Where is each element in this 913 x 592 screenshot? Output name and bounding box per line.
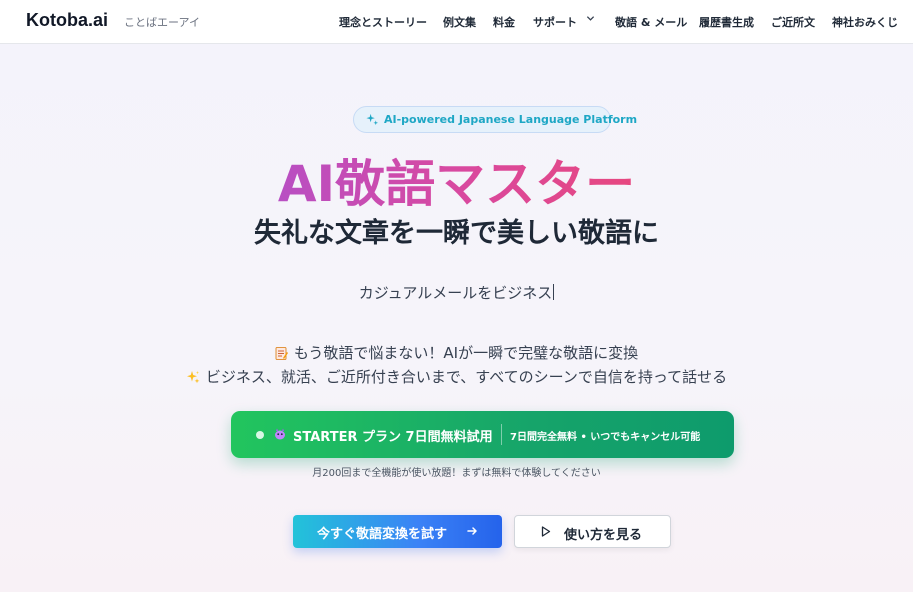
platform-badge-label: AI-powered Japanese Language Platform xyxy=(384,113,638,126)
starter-trial-note: 7日間完全無料 • いつでもキャンセル可能 xyxy=(510,432,701,443)
memo-emoji-icon xyxy=(275,347,288,360)
try-keigo-label: 今すぐ敬語変換を試す xyxy=(317,527,448,542)
nav-link-keigo-mail[interactable]: 敬語 & メール xyxy=(615,14,687,30)
cta-divider xyxy=(501,424,502,445)
try-keigo-button[interactable]: 今すぐ敬語変換を試す xyxy=(293,515,502,548)
starter-trial-button[interactable]: STARTER プラン 7日間無料試用 7日間完全無料 • いつでもキャンセル可… xyxy=(231,411,734,458)
how-to-use-button[interactable]: 使い方を見る xyxy=(514,515,671,548)
play-icon xyxy=(541,526,551,537)
platform-badge: AI-powered Japanese Language Platform xyxy=(353,106,637,133)
feature-line-1: もう敬語で悩まない！AIが一瞬で完璧な敬語に変換 xyxy=(0,342,913,363)
nav-link-resume[interactable]: 履歴書生成 xyxy=(699,14,754,30)
chevron-down-icon[interactable] xyxy=(586,14,595,23)
feature-line-2: ビジネス、就活、ご近所付き合いまで、すべてのシーンで自信を持って話せる xyxy=(0,366,913,387)
trial-caption: 月200回まで全機能が使い放題！まずは無料で体験してください xyxy=(312,468,601,479)
nav-link-pricing[interactable]: 料金 xyxy=(493,14,515,30)
hero-title: AI敬語マスター xyxy=(277,155,636,213)
arrow-right-icon xyxy=(467,527,477,535)
nav-link-examples[interactable]: 例文集 xyxy=(443,14,476,30)
nav-link-support[interactable]: サポート xyxy=(533,14,577,30)
dragon-emoji-icon xyxy=(275,428,285,440)
typing-text: カジュアルメールをビジネス xyxy=(358,284,553,302)
how-to-use-label: 使い方を見る xyxy=(564,528,643,543)
hero-subtitle: 失礼な文章を一瞬で美しい敬語に xyxy=(254,218,659,249)
site-logo-subtitle: ことばエーアイ xyxy=(124,16,201,29)
sparkles-emoji-icon xyxy=(186,371,200,384)
typing-caret xyxy=(553,284,555,300)
starter-trial-label: STARTER プラン 7日間無料試用 xyxy=(293,430,493,445)
top-header: Kotoba.ai ことばエーアイ 理念とストーリー 例文集 料金 サポート 敬… xyxy=(0,0,913,44)
status-dot xyxy=(256,431,264,439)
nav-link-omikuji[interactable]: 神社おみくじ xyxy=(832,14,898,30)
site-logo[interactable]: Kotoba.ai xyxy=(26,10,108,31)
nav-link-philosophy[interactable]: 理念とストーリー xyxy=(339,14,427,30)
typing-demo: カジュアルメールをビジネス xyxy=(0,282,913,303)
sparkle-icon xyxy=(366,113,379,126)
nav-link-neighbor[interactable]: ご近所文 xyxy=(771,14,815,30)
